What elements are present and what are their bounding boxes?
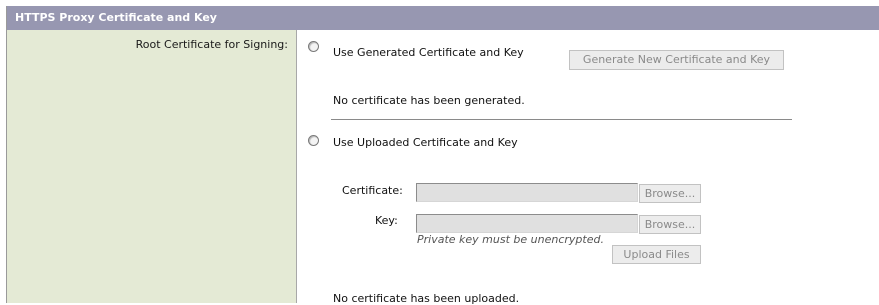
certificate-label: Certificate:: [342, 184, 403, 197]
label-column: Root Certificate for Signing:: [7, 30, 297, 303]
use-generated-radio[interactable]: [308, 41, 319, 52]
https-proxy-certificate-panel: HTTPS Proxy Certificate and Key Root Cer…: [6, 6, 879, 305]
key-file-field[interactable]: [416, 214, 638, 233]
use-uploaded-radio[interactable]: [308, 135, 319, 146]
use-generated-label: Use Generated Certificate and Key: [333, 46, 524, 59]
root-certificate-label: Root Certificate for Signing:: [135, 38, 288, 51]
generated-status-text: No certificate has been generated.: [333, 94, 525, 107]
upload-files-button[interactable]: Upload Files: [612, 245, 701, 264]
generate-new-certificate-button[interactable]: Generate New Certificate and Key: [569, 50, 784, 70]
use-uploaded-label: Use Uploaded Certificate and Key: [333, 136, 518, 149]
uploaded-status-text: No certificate has been uploaded.: [333, 292, 520, 305]
key-browse-button[interactable]: Browse...: [639, 215, 701, 234]
certificate-browse-button[interactable]: Browse...: [639, 184, 701, 203]
options-divider: [331, 119, 792, 120]
certificate-file-field[interactable]: [416, 183, 638, 202]
key-hint-text: Private key must be unencrypted.: [417, 233, 604, 246]
section-header: HTTPS Proxy Certificate and Key: [7, 6, 879, 30]
settings-content: Use Generated Certificate and Key Genera…: [297, 30, 879, 305]
key-label: Key:: [375, 214, 398, 227]
